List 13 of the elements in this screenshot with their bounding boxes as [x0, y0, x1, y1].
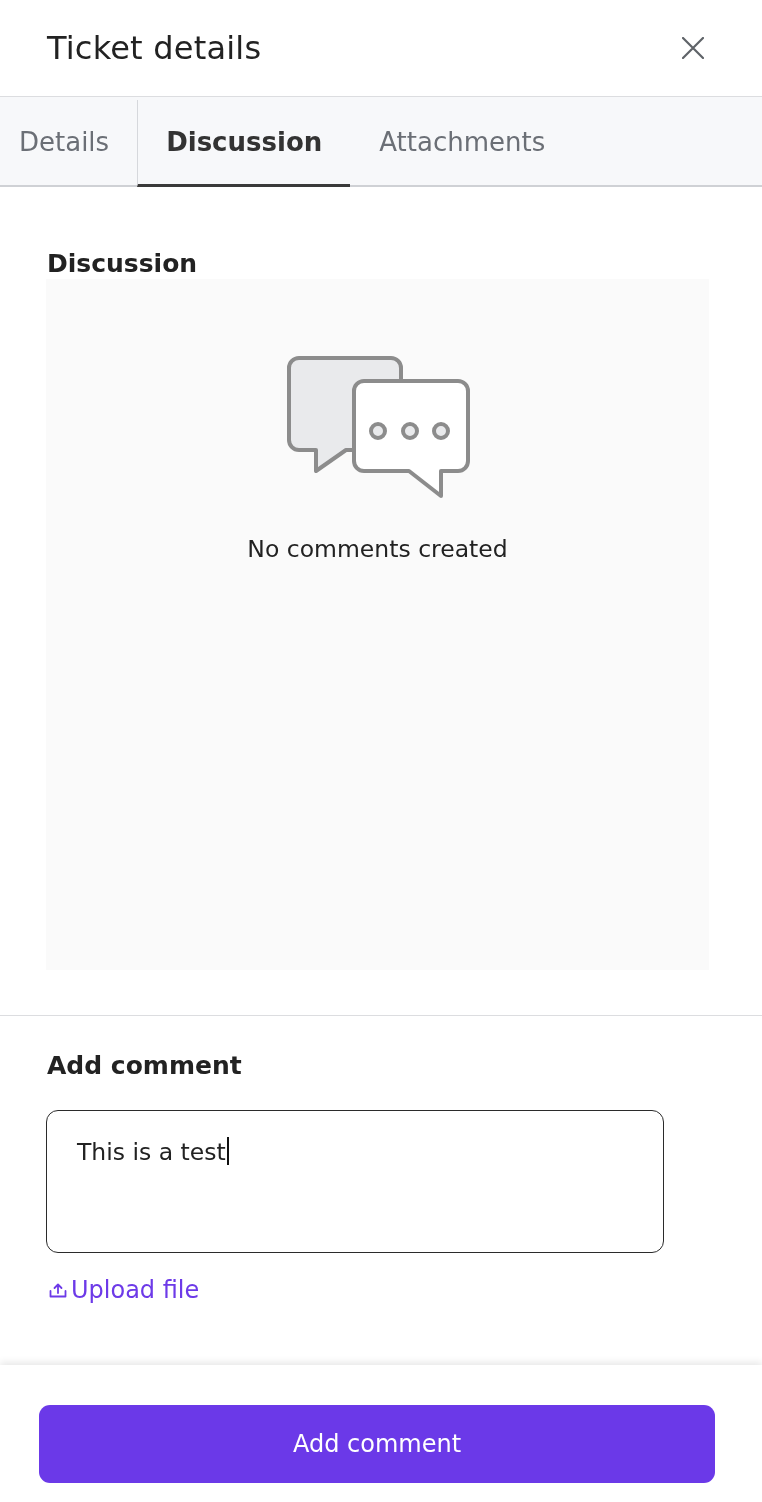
panel-title: Ticket details	[47, 28, 262, 68]
tab[interactable]: Attachments	[350, 100, 574, 187]
comment-field[interactable]: This is a test	[46, 1110, 664, 1253]
upload-icon	[49, 1282, 67, 1298]
speech-bubbles-icon	[286, 356, 471, 499]
tab[interactable]: Details	[0, 100, 138, 187]
close-icon	[682, 37, 704, 59]
section-heading: Discussion	[46, 249, 199, 279]
add-comment-button[interactable]: Add comment	[39, 1405, 715, 1483]
empty-message: No comments created	[247, 535, 508, 563]
tab[interactable]: Discussion	[137, 100, 351, 187]
upload-file-link[interactable]: Upload file	[49, 1275, 200, 1305]
section-heading: Add comment	[46, 1051, 242, 1081]
